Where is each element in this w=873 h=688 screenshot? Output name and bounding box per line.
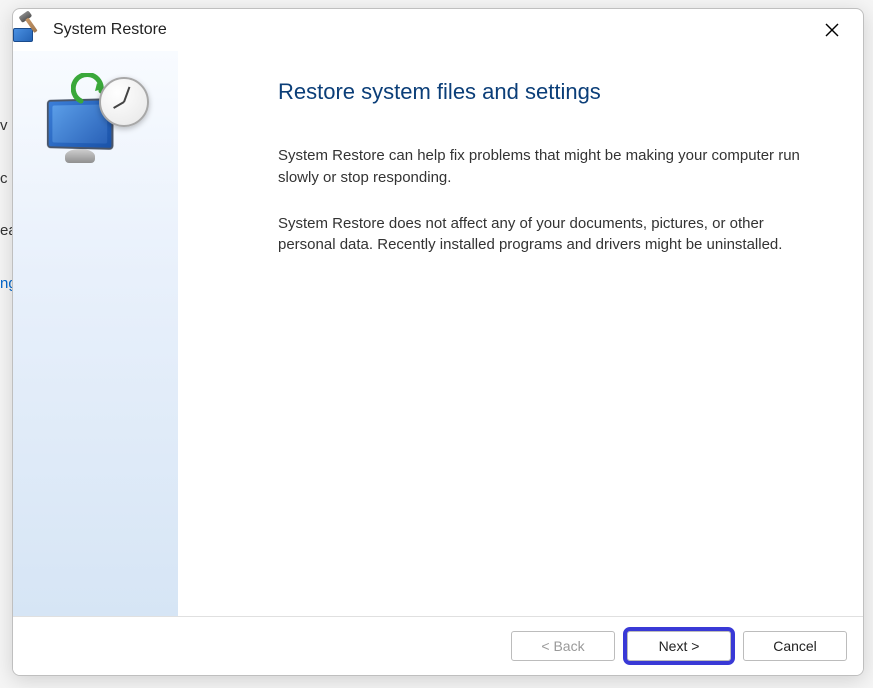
close-button[interactable] [809, 14, 855, 46]
clock-icon [99, 77, 149, 127]
dialog-body: Restore system files and settings System… [13, 51, 863, 617]
next-button[interactable]: Next > [627, 631, 731, 661]
titlebar-left: System Restore [17, 16, 167, 44]
wizard-paragraph: System Restore does not affect any of yo… [278, 213, 818, 257]
button-bar: < Back Next > Cancel [13, 617, 863, 675]
wizard-side-panel [13, 51, 178, 616]
wizard-content: Restore system files and settings System… [178, 51, 863, 616]
app-icon [12, 12, 43, 44]
close-icon [825, 23, 839, 37]
window-title: System Restore [53, 21, 167, 39]
back-button: < Back [511, 631, 615, 661]
cancel-button[interactable]: Cancel [743, 631, 847, 661]
wizard-heading: Restore system files and settings [278, 79, 823, 105]
system-restore-icon [41, 79, 151, 169]
wizard-paragraph: System Restore can help fix problems tha… [278, 145, 818, 189]
system-restore-dialog: System Restore Restore system files and … [12, 8, 864, 676]
titlebar: System Restore [13, 9, 863, 51]
